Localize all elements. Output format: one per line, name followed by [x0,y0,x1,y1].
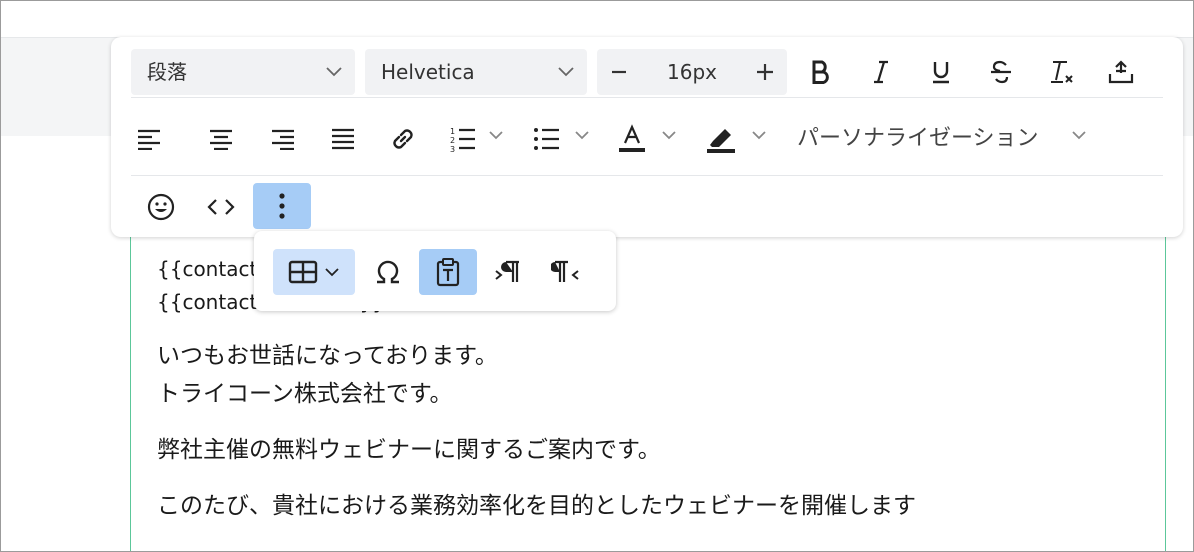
ltr-direction-icon[interactable] [485,249,531,295]
font-size-decrease-button[interactable] [597,49,641,95]
paste-as-text-button[interactable] [419,249,477,295]
chevron-down-icon[interactable] [574,129,590,141]
svg-text:1: 1 [450,127,455,136]
chevron-down-icon [557,49,575,95]
align-justify-button[interactable] [323,119,363,159]
font-size-stepper[interactable]: 16px [597,49,787,95]
top-band [1,1,1193,37]
svg-text:2: 2 [450,136,455,145]
block-format-value: 段落 [147,60,187,84]
chevron-down-icon[interactable] [1071,129,1087,141]
chevron-down-icon[interactable] [488,129,504,141]
chevron-down-icon [324,266,340,278]
webinar-intro-line: 弊社主催の無料ウェビナーに関するご案内です。 [157,437,661,463]
highlight-color-button[interactable] [701,119,741,159]
app-frame: {{contact.lastname}} {{contact.firstname… [0,0,1194,552]
company-line: トライコーン株式会社です。 [157,381,453,407]
text-color-button[interactable] [612,119,652,159]
font-size-increase-button[interactable] [743,49,787,95]
more-options-popup [254,231,616,311]
underline-button[interactable] [921,52,961,92]
font-size-value[interactable]: 16px [641,49,743,95]
toolbar-row-1: 段落 Helvetica 16px [131,49,1163,98]
toolbar-row-3 [131,181,1163,233]
partial-line: このたび、貴社における業務効率化を目的としたウェビナーを開催します [157,493,916,519]
rtl-direction-icon[interactable] [543,249,589,295]
italic-button[interactable] [861,52,901,92]
editor-toolbar: 段落 Helvetica 16px 1 2 3 パーソナライゼーション [111,37,1183,237]
source-code-button[interactable] [201,187,241,227]
emoji-button[interactable] [141,187,181,227]
strikethrough-button[interactable] [981,52,1021,92]
greeting-line: いつもお世話になっております。 [157,343,498,369]
toolbar-row-2: 123 パーソナライゼーション [131,107,1163,176]
personalization-menu[interactable]: パーソナライゼーション [797,119,1039,159]
bullet-list-button[interactable] [527,119,567,159]
chevron-down-icon[interactable] [751,129,767,141]
chevron-down-icon [325,49,343,95]
link-icon[interactable] [383,119,423,159]
svg-text:3: 3 [450,145,455,153]
align-center-button[interactable] [201,119,241,159]
align-right-button[interactable] [263,119,303,159]
block-format-select[interactable]: 段落 [131,49,355,95]
align-left-button[interactable] [129,119,169,159]
bold-button[interactable] [801,52,841,92]
numbered-list-button[interactable]: 123 [443,119,483,159]
chevron-down-icon[interactable] [661,129,677,141]
clear-formatting-button[interactable] [1041,52,1081,92]
insert-upload-button[interactable] [1101,52,1141,92]
more-options-button[interactable] [253,183,311,229]
font-family-select[interactable]: Helvetica [365,49,587,95]
special-character-button[interactable] [365,249,411,295]
font-family-value: Helvetica [381,60,475,84]
table-button[interactable] [273,249,355,295]
